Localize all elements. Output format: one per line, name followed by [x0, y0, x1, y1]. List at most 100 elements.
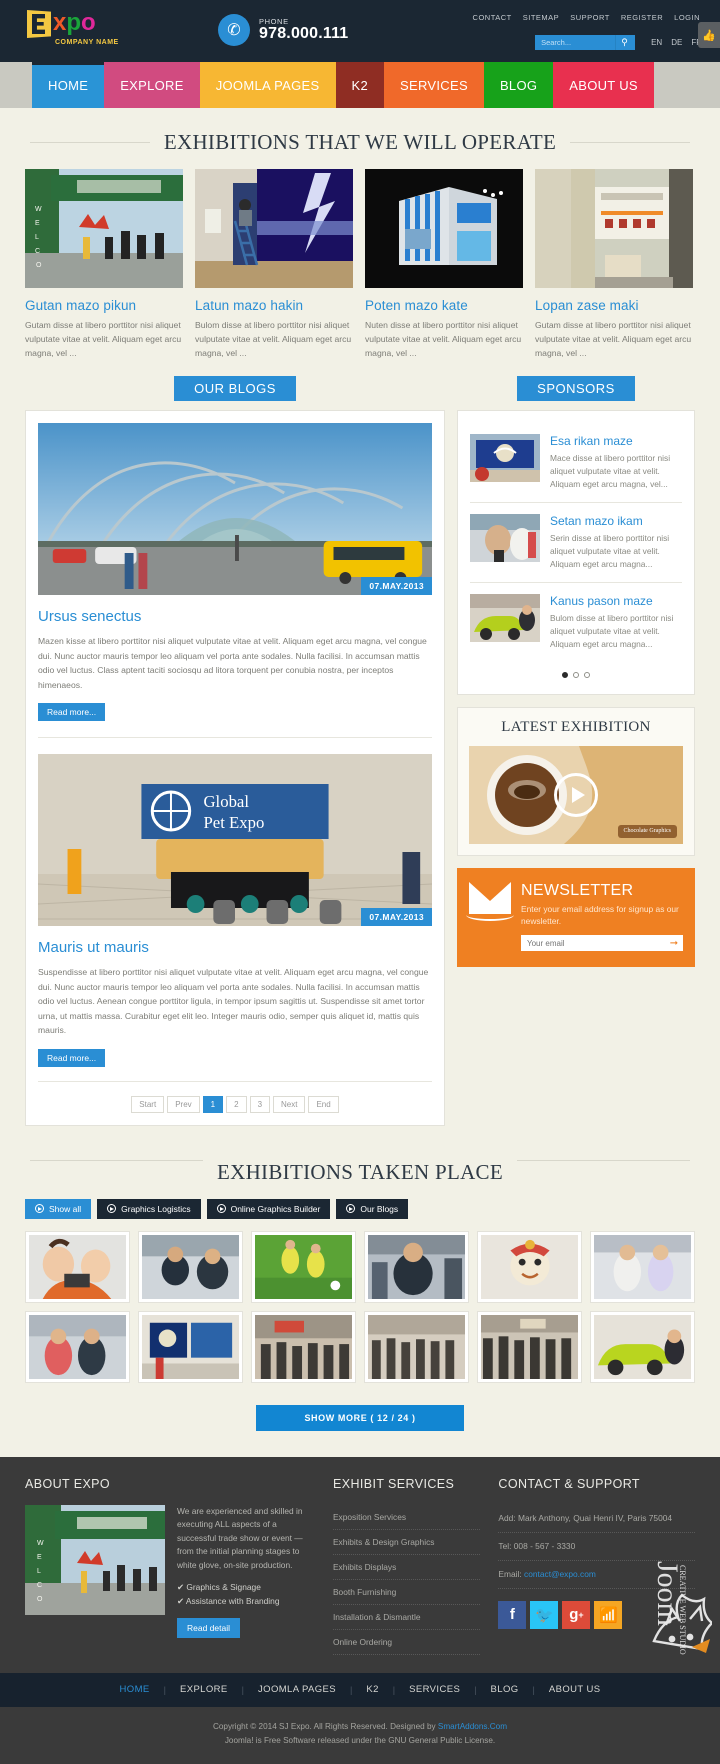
exhibition-title[interactable]: Gutan mazo pikun: [25, 298, 183, 313]
sponsor-thumbnail[interactable]: [470, 434, 540, 482]
search-input[interactable]: [535, 35, 616, 50]
footer-read-detail-button[interactable]: Read detail: [177, 1618, 241, 1638]
facebook-icon[interactable]: f: [498, 1600, 527, 1629]
gallery-item[interactable]: [477, 1230, 582, 1303]
nav-item-explore[interactable]: EXPLORE: [104, 62, 200, 108]
footer-service-link[interactable]: Exposition Services: [332, 1505, 481, 1530]
copyright-designer-link[interactable]: SmartAddons.Com: [438, 1722, 507, 1731]
footer-nav-services[interactable]: SERVICES: [395, 1684, 474, 1695]
exhibition-title[interactable]: Poten mazo kate: [365, 298, 523, 313]
footer-services-column: EXHIBIT SERVICES Exposition Services Exhi…: [332, 1477, 481, 1655]
nav-item-blog[interactable]: BLOG: [483, 62, 554, 108]
twitter-icon[interactable]: 🐦: [530, 1600, 559, 1629]
gallery-item[interactable]: [251, 1310, 356, 1383]
search-row: ⚲ EN DE FR: [535, 35, 702, 50]
blog-post-image[interactable]: Global Pet Expo 07.MAY.2013: [38, 754, 432, 926]
pagination-2[interactable]: 2: [226, 1095, 247, 1113]
carousel-dot[interactable]: [562, 672, 568, 678]
gallery-item[interactable]: [364, 1230, 469, 1303]
footer-nav-blog[interactable]: BLOG: [477, 1684, 533, 1695]
top-link-support[interactable]: SUPPORT: [570, 13, 610, 22]
sponsor-title[interactable]: Esa rikan maze: [550, 434, 682, 448]
exhibition-image[interactable]: WELCO: [25, 169, 183, 288]
section-heading-taken-place: EXHIBITIONS TAKEN PLACE: [0, 1126, 720, 1199]
footer: ABOUT EXPO WELCO We are experienced and …: [0, 1456, 720, 1673]
rss-icon[interactable]: 📶: [594, 1600, 623, 1629]
exhibition-text: Bulom disse at libero porttitor nisi ali…: [195, 320, 352, 358]
sponsor-title[interactable]: Kanus pason maze: [550, 594, 682, 608]
exhibition-title[interactable]: Lopan zase maki: [535, 298, 693, 313]
lang-en[interactable]: EN: [651, 38, 662, 47]
gallery-item[interactable]: [25, 1230, 130, 1303]
filter-graphics-logistics[interactable]: Graphics Logistics: [97, 1198, 201, 1219]
footer-nav-home[interactable]: HOME: [106, 1684, 164, 1695]
top-link-register[interactable]: REGISTER: [621, 13, 663, 22]
blog-read-more-button[interactable]: Read more...: [38, 1048, 106, 1067]
exhibition-image[interactable]: [535, 169, 693, 288]
pagination-start[interactable]: Start: [131, 1095, 165, 1113]
gallery-item[interactable]: [364, 1310, 469, 1383]
gallery-item[interactable]: [590, 1310, 695, 1383]
exhibition-image[interactable]: [365, 169, 523, 288]
pagination-next[interactable]: Next: [273, 1095, 306, 1113]
nav-item-joomla-pages[interactable]: JOOMLA PAGES: [199, 62, 336, 108]
pagination-end[interactable]: End: [308, 1095, 339, 1113]
google-plus-icon[interactable]: g +: [562, 1600, 591, 1629]
footer-service-link[interactable]: Booth Furnishing: [332, 1580, 481, 1605]
newsletter-submit-icon[interactable]: ➞: [665, 938, 683, 949]
lang-de[interactable]: DE: [671, 38, 682, 47]
svg-text:W: W: [37, 1540, 44, 1547]
gallery-item[interactable]: [590, 1230, 695, 1303]
footer-service-link[interactable]: Exhibits & Design Graphics: [332, 1530, 481, 1555]
gallery-item[interactable]: [477, 1310, 582, 1383]
sponsor-item: Kanus pason maze Bulom disse at libero po…: [470, 582, 682, 662]
gallery-image: [594, 1314, 691, 1379]
nav-item-home[interactable]: HOME: [32, 62, 105, 108]
search-icon[interactable]: ⚲: [615, 35, 634, 50]
footer-nav-joomla-pages[interactable]: JOOMLA PAGES: [244, 1684, 350, 1695]
newsletter-email-input[interactable]: [521, 938, 665, 948]
exhibition-image[interactable]: [195, 169, 353, 288]
filter-online-graphics-builder[interactable]: Online Graphics Builder: [206, 1198, 331, 1219]
footer-service-link[interactable]: Online Ordering: [332, 1630, 481, 1655]
site-logo[interactable]: x p o COMPANY NAME: [27, 10, 157, 46]
top-link-login[interactable]: LOGIN: [674, 13, 700, 22]
gallery-item[interactable]: [138, 1230, 243, 1303]
gallery-item[interactable]: [138, 1310, 243, 1383]
carousel-dot[interactable]: [584, 672, 590, 678]
filter-show-all[interactable]: Show all: [25, 1198, 92, 1219]
sponsor-thumbnail[interactable]: [470, 594, 540, 642]
footer-email-link[interactable]: contact@expo.com: [524, 1569, 596, 1579]
footer-nav-explore[interactable]: EXPLORE: [166, 1684, 242, 1695]
footer-nav-k2[interactable]: K2: [352, 1684, 392, 1695]
exhibition-text: Nuten disse at libero porttitor nisi ali…: [365, 320, 522, 358]
copyright-bar: Copyright © 2014 SJ Expo. All Rights Res…: [0, 1706, 720, 1764]
gallery-item[interactable]: [25, 1310, 130, 1383]
thumbs-up-icon[interactable]: 👍: [698, 22, 720, 48]
footer-service-link[interactable]: Exhibits Displays: [332, 1555, 481, 1580]
sponsor-title[interactable]: Setan mazo ikam: [550, 514, 682, 528]
latest-exhibition-video[interactable]: Chocolate Graphics: [469, 746, 683, 844]
top-link-sitemap[interactable]: SITEMAP: [523, 13, 559, 22]
footer-nav-about-us[interactable]: ABOUT US: [535, 1684, 615, 1695]
play-button-icon[interactable]: [554, 773, 598, 817]
pagination-1[interactable]: 1: [202, 1095, 224, 1113]
blog-post-title[interactable]: Ursus senectus: [38, 608, 432, 625]
blog-read-more-button[interactable]: Read more...: [38, 703, 106, 721]
filter-our-blogs[interactable]: Our Blogs: [336, 1198, 409, 1219]
show-more-button[interactable]: SHOW MORE ( 12 / 24 ): [256, 1404, 464, 1431]
nav-item-services[interactable]: SERVICES: [384, 62, 484, 108]
exhibition-card: Lopan zase maki Gutam disse at libero por…: [535, 169, 693, 360]
exhibition-title[interactable]: Latun mazo hakin: [195, 298, 353, 313]
pagination-3[interactable]: 3: [249, 1095, 271, 1113]
gallery-item[interactable]: [251, 1230, 356, 1303]
exhibition-text: Gutam disse at libero porttitor nisi ali…: [25, 320, 182, 358]
nav-item-about-us[interactable]: ABOUT US: [553, 62, 654, 108]
blog-post-title[interactable]: Mauris ut mauris: [38, 939, 432, 956]
blog-post-image[interactable]: 07.MAY.2013: [38, 423, 432, 595]
top-link-contact[interactable]: CONTACT: [473, 13, 512, 22]
pagination-prev[interactable]: Prev: [167, 1095, 200, 1113]
carousel-dot[interactable]: [573, 672, 579, 678]
sponsor-thumbnail[interactable]: [470, 514, 540, 562]
nav-item-k2[interactable]: K2: [335, 62, 385, 108]
